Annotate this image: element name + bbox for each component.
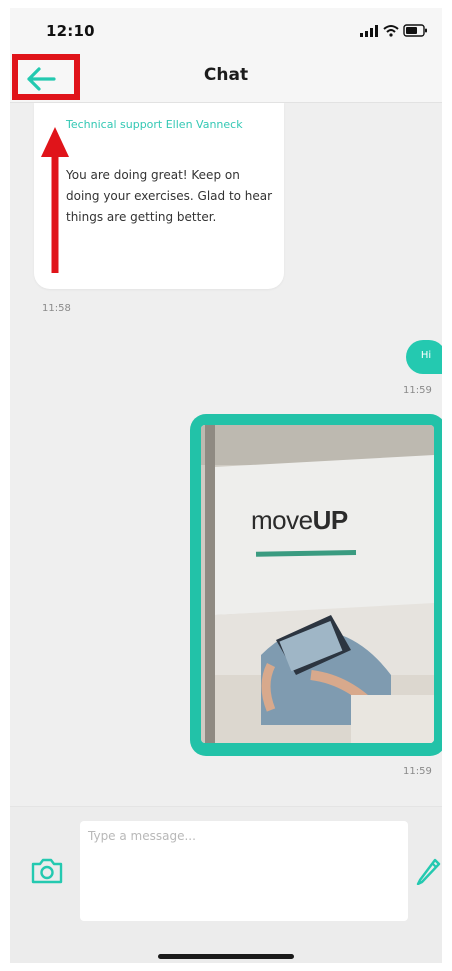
camera-icon — [31, 858, 63, 884]
message-text: Hi — [420, 350, 432, 361]
incoming-message-bubble: Technical support Ellen Vanneck You are … — [34, 103, 284, 289]
red-arrow-annotation — [41, 127, 69, 273]
send-button[interactable] — [414, 855, 442, 889]
phone-screen: 12:10 Chat Technical support Ellen Vanne… — [10, 8, 442, 963]
status-time: 12:10 — [46, 22, 95, 40]
signal-wifi-battery-icon — [360, 24, 427, 37]
photo-brand-text: moveUP — [251, 505, 348, 535]
home-indicator — [158, 954, 294, 959]
message-sender: Technical support Ellen Vanneck — [66, 118, 243, 131]
status-icons — [360, 24, 428, 38]
outgoing-message-bubble: Hi — [406, 340, 442, 374]
photo-message-bubble[interactable]: moveUP — [190, 414, 442, 756]
message-text: You are doing great! Keep on doing your … — [66, 168, 273, 224]
chat-thread[interactable]: Technical support Ellen Vanneck You are … — [10, 103, 442, 803]
message-input[interactable] — [80, 821, 408, 921]
pencil-icon — [416, 858, 441, 886]
page-title: Chat — [203, 65, 249, 85]
nav-bar: Chat — [10, 52, 442, 103]
photo-scene — [201, 425, 434, 743]
message-time: 11:59 — [403, 766, 432, 777]
message-composer — [10, 806, 442, 963]
message-time: 11:58 — [42, 303, 71, 314]
photo-image[interactable]: moveUP — [201, 425, 434, 743]
status-bar: 12:10 — [10, 8, 442, 52]
message-time: 11:59 — [403, 385, 432, 396]
camera-button[interactable] — [30, 857, 64, 889]
